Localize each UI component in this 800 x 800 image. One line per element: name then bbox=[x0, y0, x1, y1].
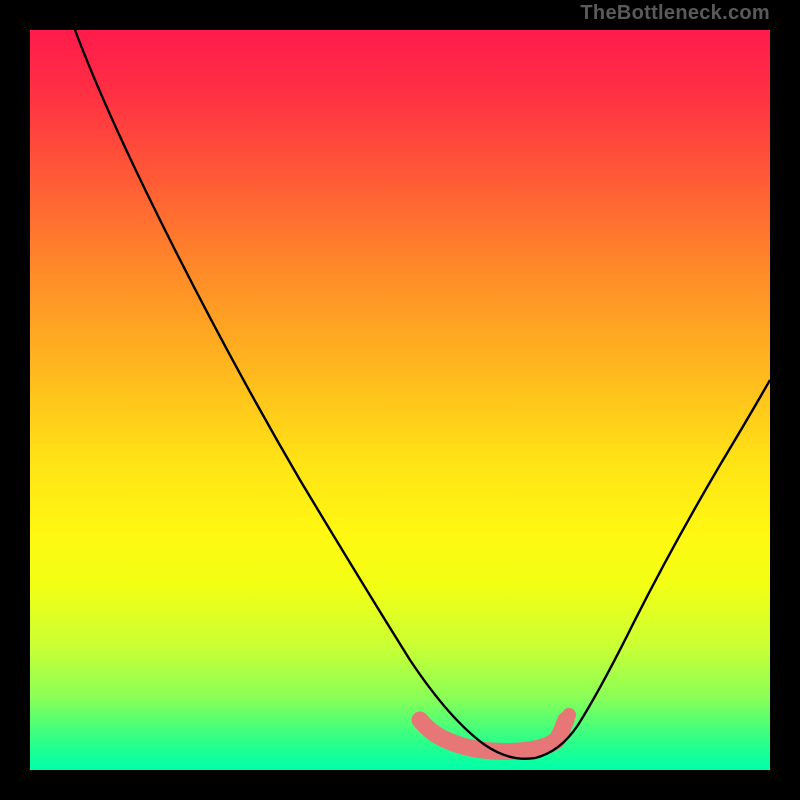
plot-area bbox=[30, 30, 770, 770]
marker-dot bbox=[562, 708, 576, 722]
watermark-text: TheBottleneck.com bbox=[580, 2, 770, 25]
bottleneck-curve bbox=[75, 30, 770, 759]
marker-band bbox=[420, 720, 566, 752]
chart-svg bbox=[30, 30, 770, 770]
